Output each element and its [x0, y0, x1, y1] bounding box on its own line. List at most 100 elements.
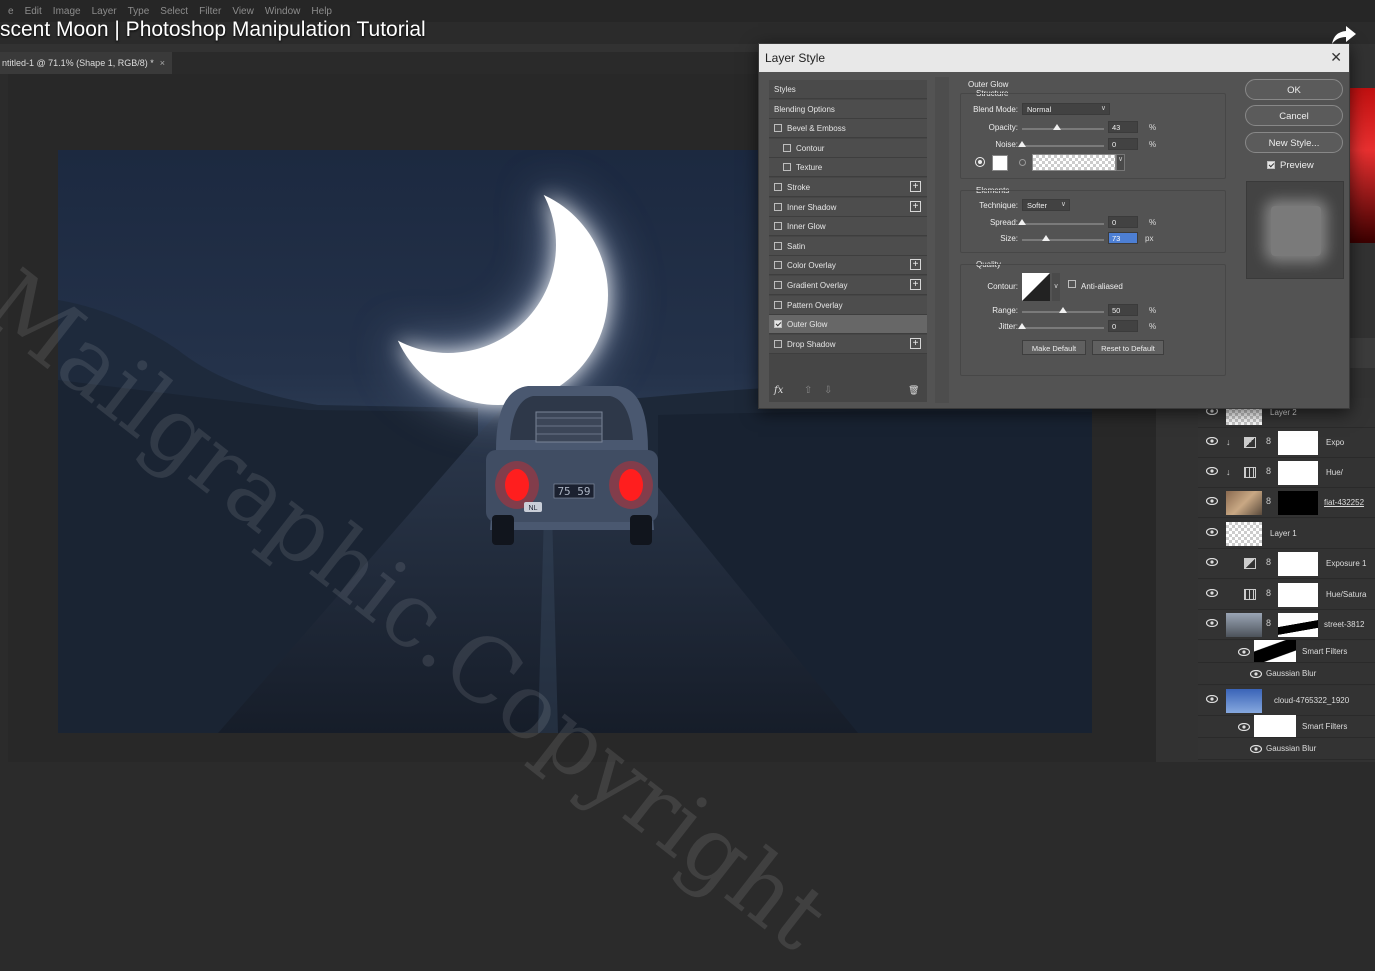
smart-filter-mask-thumbnail[interactable]: [1254, 715, 1296, 737]
style-checkbox[interactable]: [774, 241, 782, 250]
size-input[interactable]: 73: [1108, 232, 1138, 244]
new-style-button[interactable]: New Style...: [1245, 132, 1343, 153]
menu-item[interactable]: e: [8, 6, 14, 17]
eye-icon[interactable]: [1205, 496, 1219, 506]
layer-mask-thumbnail[interactable]: [1278, 431, 1318, 455]
styles-header[interactable]: Styles: [769, 80, 927, 99]
link-icon[interactable]: 8: [1266, 436, 1271, 446]
add-style-icon[interactable]: +: [910, 200, 921, 212]
menu-item[interactable]: Type: [128, 6, 150, 17]
layer-row[interactable]: ↓ 8 Hue/: [1198, 458, 1375, 488]
eye-icon[interactable]: [1205, 557, 1219, 567]
menu-item[interactable]: Image: [53, 6, 81, 17]
technique-select[interactable]: Softer ∨: [1022, 199, 1070, 211]
link-icon[interactable]: 8: [1266, 496, 1271, 506]
eye-icon[interactable]: [1205, 527, 1219, 537]
style-item-inner-shadow[interactable]: Inner Shadow +: [769, 197, 927, 217]
style-item-texture[interactable]: Texture: [769, 158, 927, 178]
layer-row[interactable]: 8 Hue/Satura: [1198, 580, 1375, 610]
style-checkbox[interactable]: [774, 202, 782, 211]
share-icon[interactable]: [1328, 22, 1358, 48]
size-slider[interactable]: [1022, 239, 1104, 241]
size-slider-knob[interactable]: [1041, 235, 1050, 241]
style-checkbox[interactable]: [774, 281, 782, 289]
layer-row[interactable]: Gaussian Blur: [1198, 738, 1375, 760]
style-checkbox[interactable]: [774, 124, 782, 133]
close-icon[interactable]: ✕: [1330, 49, 1342, 66]
contour-preview[interactable]: [1022, 273, 1050, 301]
solid-color-radio[interactable]: [975, 157, 985, 167]
eye-icon[interactable]: [1205, 618, 1219, 628]
gradient-dropdown[interactable]: ∨: [1116, 154, 1125, 171]
style-item-pattern-overlay[interactable]: Pattern Overlay: [769, 295, 927, 315]
jitter-slider-knob[interactable]: [1018, 323, 1026, 329]
eye-icon[interactable]: [1205, 588, 1219, 598]
spread-slider[interactable]: [1022, 223, 1104, 225]
layer-row[interactable]: cloud-4765322_1920: [1198, 686, 1375, 716]
eye-icon[interactable]: [1205, 436, 1219, 446]
glow-color-swatch[interactable]: [992, 155, 1008, 171]
menu-item[interactable]: Edit: [25, 6, 42, 17]
opacity-slider-knob[interactable]: [1053, 124, 1062, 130]
link-icon[interactable]: 8: [1266, 557, 1271, 567]
eye-icon[interactable]: [1205, 466, 1219, 476]
style-checkbox[interactable]: [774, 339, 782, 348]
layer-row[interactable]: 8 Exposure 1: [1198, 549, 1375, 579]
range-slider-knob[interactable]: [1059, 307, 1067, 313]
layer-row[interactable]: 8 fiat-432252: [1198, 488, 1375, 518]
add-style-icon[interactable]: +: [910, 279, 921, 290]
blend-mode-select[interactable]: Normal ∨: [1022, 103, 1110, 115]
eye-icon[interactable]: [1205, 694, 1219, 704]
layer-mask-thumbnail[interactable]: [1278, 491, 1318, 515]
noise-input[interactable]: 0: [1108, 138, 1138, 150]
eye-icon[interactable]: [1237, 647, 1251, 657]
layer-mask-thumbnail[interactable]: [1278, 583, 1318, 607]
reset-to-default-button[interactable]: Reset to Default: [1092, 340, 1164, 355]
style-item-satin[interactable]: Satin: [769, 236, 927, 256]
layer-row[interactable]: Layer 1: [1198, 519, 1375, 549]
style-item-contour[interactable]: Contour: [769, 138, 927, 158]
style-item-inner-glow[interactable]: Inner Glow: [769, 217, 927, 237]
style-checkbox[interactable]: [783, 143, 791, 152]
add-style-icon[interactable]: +: [910, 337, 921, 349]
blending-options-item[interactable]: Blending Options: [769, 99, 927, 119]
move-down-icon[interactable]: ⇩: [824, 385, 832, 396]
anti-aliased-checkbox[interactable]: [1068, 280, 1081, 289]
link-icon[interactable]: 8: [1266, 466, 1271, 476]
preview-checkbox[interactable]: Preview: [1267, 160, 1314, 171]
layer-mask-thumbnail[interactable]: [1278, 552, 1318, 576]
add-style-icon[interactable]: +: [910, 259, 921, 271]
eye-icon[interactable]: [1249, 669, 1263, 679]
add-style-icon[interactable]: +: [910, 181, 921, 192]
range-input[interactable]: 50: [1108, 304, 1138, 316]
close-icon[interactable]: ×: [160, 58, 165, 68]
noise-slider[interactable]: [1022, 145, 1104, 147]
link-icon[interactable]: 8: [1266, 588, 1271, 598]
opacity-slider[interactable]: [1022, 128, 1104, 130]
jitter-input[interactable]: 0: [1108, 320, 1138, 332]
noise-slider-knob[interactable]: [1018, 141, 1026, 147]
trash-icon[interactable]: 🗑: [908, 385, 919, 396]
cancel-button[interactable]: Cancel: [1245, 105, 1343, 126]
layer-row[interactable]: ↓ 8 Expo: [1198, 428, 1375, 458]
layer-row[interactable]: Smart Filters: [1198, 640, 1375, 663]
jitter-slider[interactable]: [1022, 327, 1104, 329]
style-checkbox[interactable]: [774, 222, 782, 231]
layer-mask-thumbnail[interactable]: [1278, 461, 1318, 485]
opacity-input[interactable]: 43: [1108, 121, 1138, 133]
contour-dropdown[interactable]: ∨: [1052, 273, 1060, 301]
menu-item[interactable]: Filter: [199, 6, 221, 17]
gradient-radio[interactable]: [1019, 159, 1026, 166]
style-item-bevel-emboss[interactable]: Bevel & Emboss: [769, 119, 927, 139]
fx-icon[interactable]: fx: [774, 385, 783, 396]
eye-icon[interactable]: [1237, 722, 1251, 732]
make-default-button[interactable]: Make Default: [1022, 340, 1086, 355]
ok-button[interactable]: OK: [1245, 79, 1343, 100]
menu-item[interactable]: Window: [265, 6, 301, 17]
layer-row[interactable]: 8 street-3812: [1198, 610, 1375, 640]
style-item-drop-shadow[interactable]: Drop Shadow +: [769, 334, 927, 354]
smart-filter-mask-thumbnail[interactable]: [1254, 640, 1296, 662]
dialog-title-bar[interactable]: Layer Style ✕: [759, 44, 1349, 72]
layer-row[interactable]: Smart Filters: [1198, 715, 1375, 738]
style-checkbox[interactable]: [774, 300, 782, 309]
